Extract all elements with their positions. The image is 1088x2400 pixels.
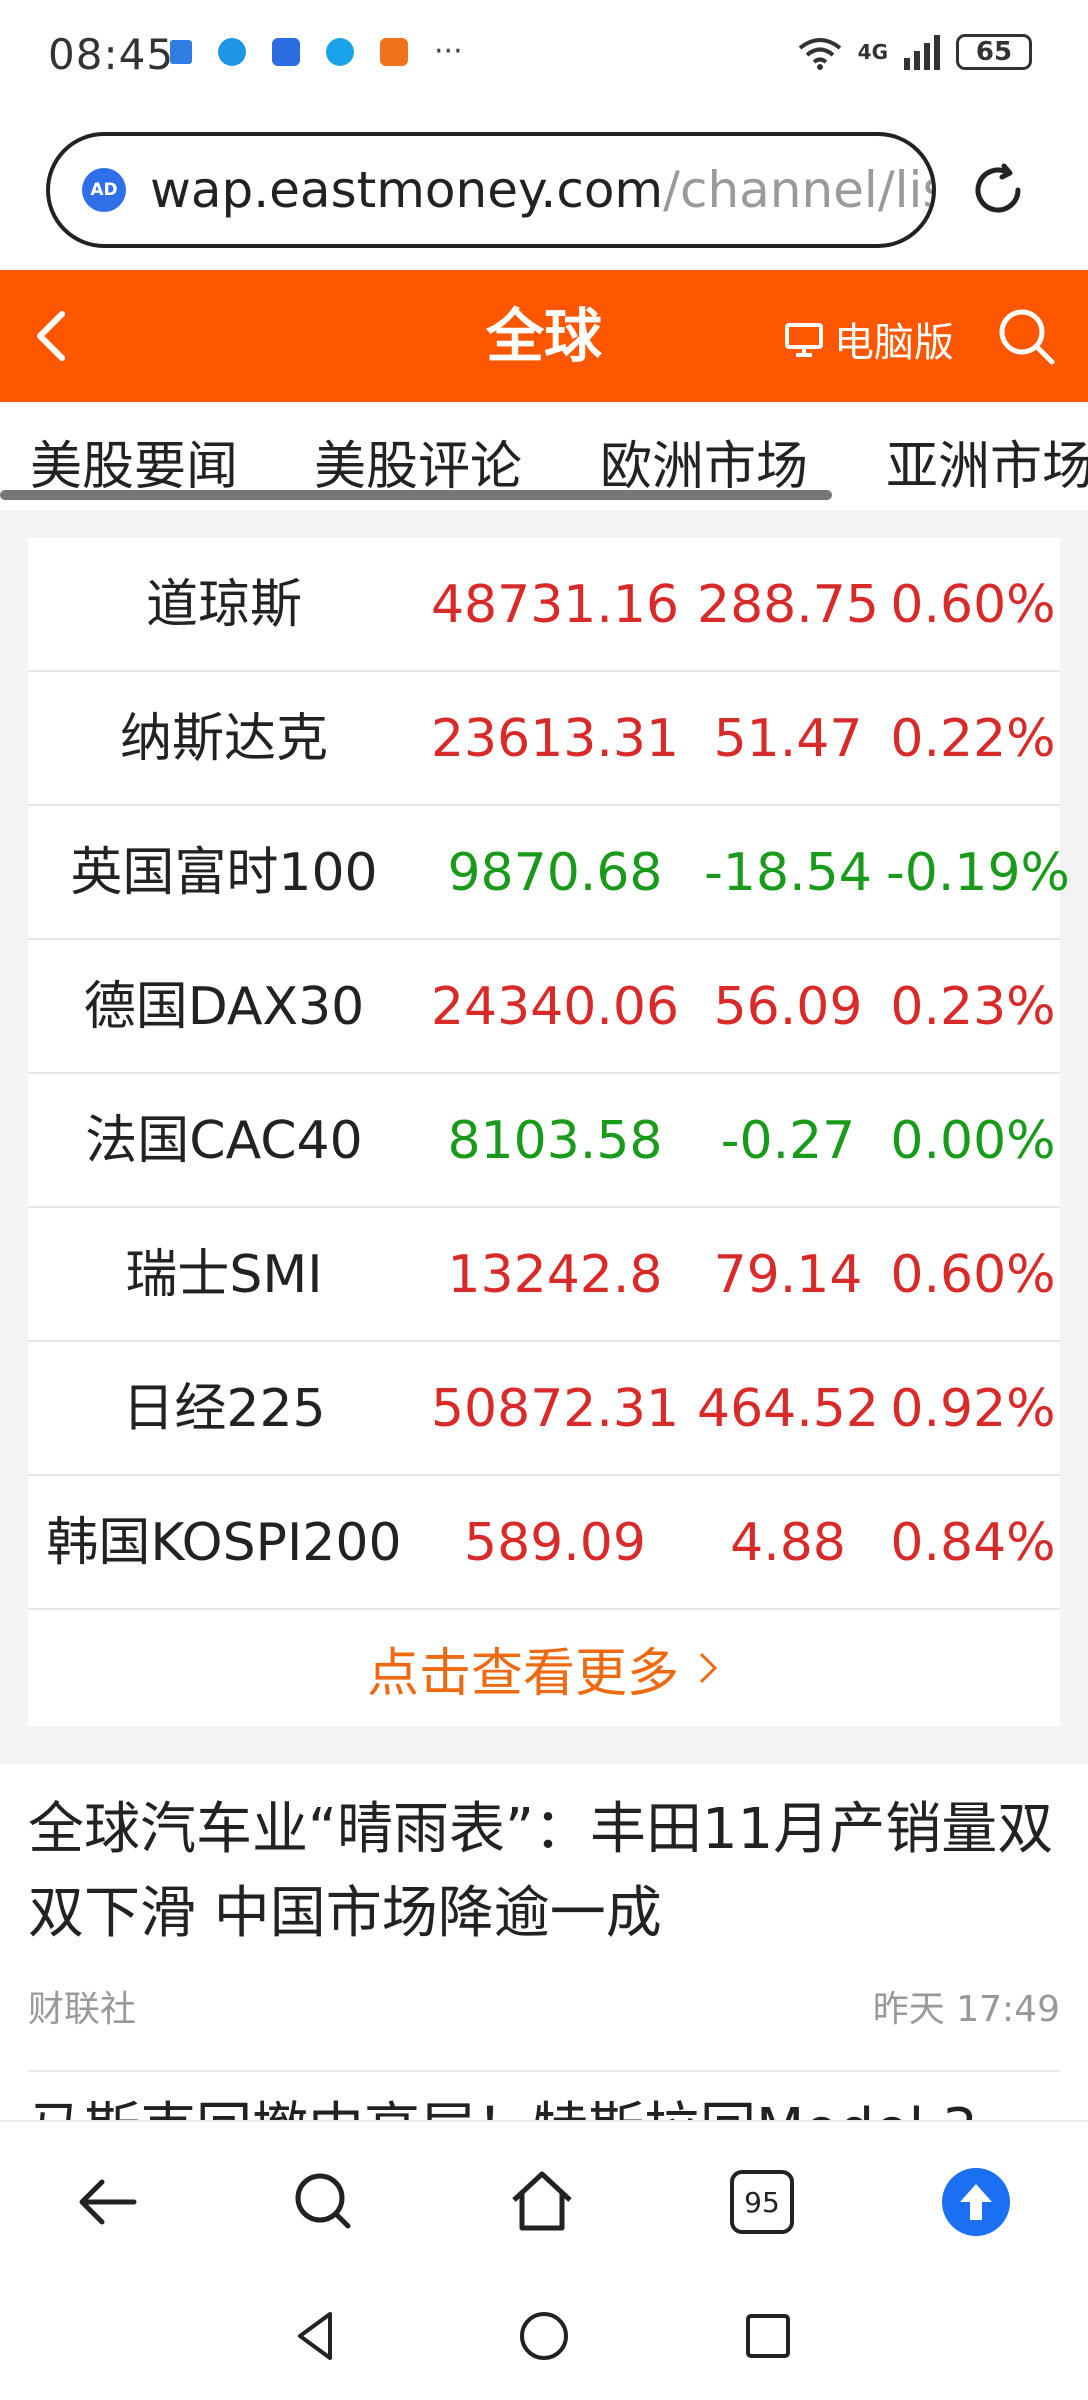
- back-arrow-icon[interactable]: [24, 306, 84, 366]
- index-name: 法国CAC40: [85, 1111, 363, 1171]
- status-time: 08:45: [48, 30, 175, 79]
- index-value: 23613.31: [430, 709, 680, 769]
- index-percent: 0.60%: [890, 1245, 1056, 1305]
- news-headline: 马斯克回撤中高层！特斯拉回Model 3: [28, 2100, 1068, 2120]
- index-change: -0.27: [720, 1111, 856, 1171]
- desktop-version-button[interactable]: 电脑版: [784, 310, 954, 368]
- browser-toolbar: 95: [0, 2120, 1088, 2280]
- back-icon[interactable]: [68, 2162, 148, 2242]
- news-divider: [28, 2070, 1060, 2072]
- tabs-scrollbar: [0, 490, 832, 500]
- index-row-nasdaq[interactable]: 纳斯达克 23613.31 51.47 0.22%: [28, 672, 1060, 806]
- view-more-label: 点击查看更多: [366, 1643, 679, 1704]
- monitor-icon: [785, 323, 823, 357]
- news-time: 昨天 17:49: [872, 1989, 1060, 2030]
- battery-indicator: 65: [956, 34, 1032, 70]
- index-value: 8103.58: [447, 1111, 663, 1171]
- search-icon[interactable]: [284, 2162, 364, 2242]
- index-percent: -0.19%: [886, 843, 1070, 903]
- browser-app-icon: [218, 38, 246, 66]
- news-headline[interactable]: 全球汽车业“晴雨表”：丰田11月产销量双双下滑 中国市场降逾一成: [28, 1788, 1068, 1956]
- news-list: 全球汽车业“晴雨表”：丰田11月产销量双双下滑 中国市场降逾一成 财联社 昨天 …: [0, 1764, 1088, 2120]
- index-change: 56.09: [713, 977, 863, 1037]
- tab-us-news[interactable]: 美股要闻: [30, 424, 238, 499]
- tabs-button[interactable]: 95: [722, 2162, 802, 2242]
- signal-icon: [904, 35, 940, 70]
- battery-level: 65: [975, 37, 1013, 67]
- index-name: 韩国KOSPI200: [46, 1513, 402, 1573]
- ad-block-icon[interactable]: AD: [82, 168, 126, 212]
- nav-recents-icon[interactable]: [738, 2306, 798, 2366]
- page-header: 全球 电脑版: [0, 270, 1088, 402]
- url-path: /channel/lis: [663, 161, 936, 219]
- index-name: 英国富时100: [70, 843, 378, 903]
- tabs-count: 95: [730, 2170, 794, 2234]
- index-row-dow[interactable]: 道琼斯 48731.16 288.75 0.60%: [28, 538, 1060, 672]
- news-headline-partial[interactable]: 马斯克回撤中高层！特斯拉回Model 3: [28, 2100, 1068, 2120]
- network-type-label: 4G: [857, 40, 888, 64]
- index-percent: 0.84%: [890, 1513, 1056, 1573]
- index-percent: 0.60%: [890, 575, 1056, 635]
- index-row-ftse100[interactable]: 英国富时100 9870.68 -18.54 -0.19%: [28, 806, 1070, 940]
- reload-icon[interactable]: [968, 160, 1028, 220]
- index-name: 纳斯达克: [119, 709, 328, 769]
- index-change: 79.14: [713, 1245, 863, 1305]
- index-change: 288.75: [697, 575, 879, 635]
- browser-url-row: AD wap.eastmoney.com/channel/lis: [0, 112, 1088, 270]
- index-percent: 0.23%: [890, 977, 1056, 1037]
- more-notifications-icon: ···: [434, 34, 463, 69]
- index-value: 48731.16: [430, 575, 680, 635]
- globe-app-icon: [326, 38, 354, 66]
- index-row-nikkei225[interactable]: 日经225 50872.31 464.52 0.92%: [28, 1342, 1060, 1476]
- desktop-version-label: 电脑版: [834, 320, 954, 366]
- index-value: 9870.68: [447, 843, 663, 903]
- index-name: 道琼斯: [145, 575, 302, 635]
- index-value: 50872.31: [430, 1379, 680, 1439]
- search-icon[interactable]: [994, 304, 1058, 368]
- chevron-right-icon: [699, 1652, 718, 1684]
- url-domain: wap.eastmoney.com: [150, 161, 664, 219]
- view-more-button[interactable]: 点击查看更多: [28, 1610, 1060, 1726]
- system-navigation: [0, 2280, 1088, 2400]
- index-value: 24340.06: [430, 977, 680, 1037]
- tab-europe-market[interactable]: 欧洲市场: [600, 424, 808, 499]
- index-change: 51.47: [713, 709, 863, 769]
- status-right: 4G 65: [796, 34, 1032, 70]
- index-name: 瑞士SMI: [125, 1245, 323, 1305]
- tab-asia-market[interactable]: 亚洲市场: [886, 424, 1088, 499]
- index-section: 道琼斯 48731.16 288.75 0.60% 纳斯达克 23613.31 …: [0, 510, 1088, 1764]
- news-app-icon: [380, 38, 408, 66]
- index-row-cac40[interactable]: 法国CAC40 8103.58 -0.27 0.00%: [28, 1074, 1060, 1208]
- index-change: -18.54: [704, 843, 872, 903]
- home-icon[interactable]: [502, 2162, 582, 2242]
- index-percent: 0.00%: [890, 1111, 1056, 1171]
- index-change: 4.88: [730, 1513, 846, 1573]
- index-table: 道琼斯 48731.16 288.75 0.60% 纳斯达克 23613.31 …: [28, 538, 1070, 1726]
- index-value: 13242.8: [447, 1245, 663, 1305]
- camera-app-icon: [272, 38, 300, 66]
- index-row-smi[interactable]: 瑞士SMI 13242.8 79.14 0.60%: [28, 1208, 1060, 1342]
- address-bar[interactable]: AD wap.eastmoney.com/channel/lis: [46, 132, 936, 248]
- index-change: 464.52: [697, 1379, 879, 1439]
- calendar-app-icon: [170, 40, 192, 64]
- index-percent: 0.22%: [890, 709, 1056, 769]
- nav-home-icon[interactable]: [514, 2306, 574, 2366]
- wifi-icon: [798, 38, 841, 70]
- index-percent: 0.92%: [890, 1379, 1056, 1439]
- upload-arrow-icon[interactable]: [936, 2162, 1016, 2242]
- index-row-kospi200[interactable]: 韩国KOSPI200 589.09 4.88 0.84%: [28, 1476, 1060, 1610]
- url-text[interactable]: wap.eastmoney.com/channel/lis: [150, 161, 936, 219]
- news-source: 财联社: [28, 1989, 137, 2030]
- index-value: 589.09: [464, 1513, 646, 1573]
- index-row-dax30[interactable]: 德国DAX30 24340.06 56.09 0.23%: [28, 940, 1060, 1074]
- nav-back-icon[interactable]: [286, 2306, 346, 2366]
- tab-us-commentary[interactable]: 美股评论: [314, 424, 522, 499]
- status-app-icons: ···: [170, 34, 463, 69]
- index-name: 德国DAX30: [83, 977, 365, 1037]
- status-bar: 08:45 ··· 4G 65: [0, 0, 1088, 112]
- index-name: 日经225: [122, 1379, 326, 1439]
